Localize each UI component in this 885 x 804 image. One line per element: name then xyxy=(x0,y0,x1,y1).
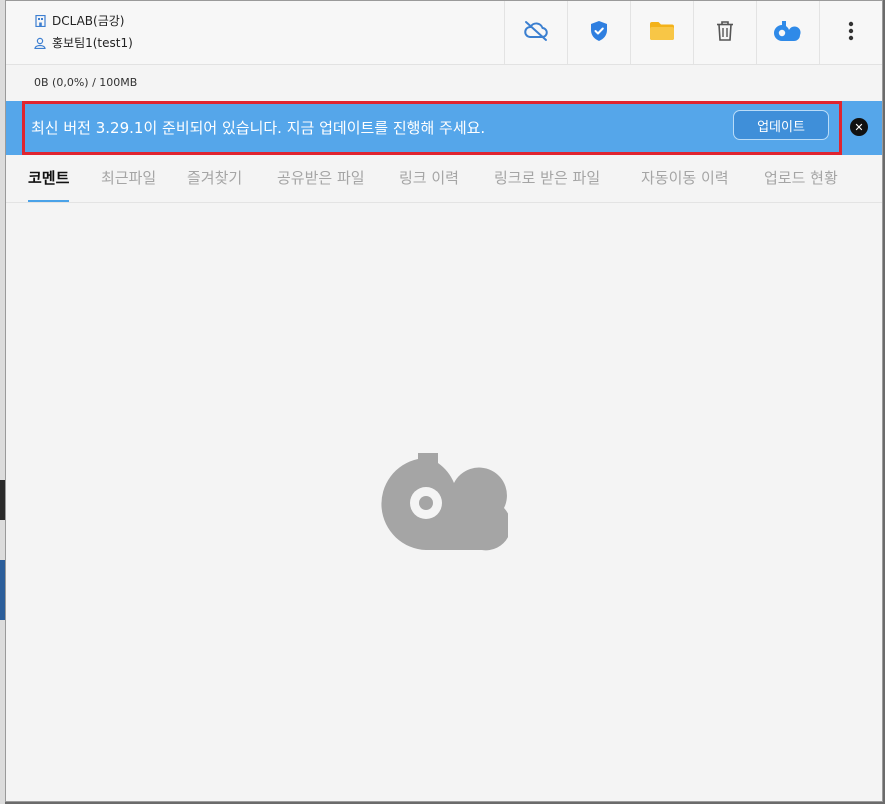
close-icon[interactable]: ✕ xyxy=(850,118,868,136)
tab-favorites[interactable]: 즐겨찾기 xyxy=(187,155,242,202)
building-icon xyxy=(34,15,46,27)
update-button[interactable]: 업데이트 xyxy=(733,110,829,140)
shield-icon xyxy=(589,20,609,46)
security-button[interactable] xyxy=(567,1,630,64)
more-menu-button[interactable] xyxy=(819,1,882,64)
tab-link-history[interactable]: 링크 이력 xyxy=(399,155,459,202)
tab-recent-files[interactable]: 최근파일 xyxy=(101,155,156,202)
sync-status-button[interactable] xyxy=(504,1,567,64)
user-icon xyxy=(34,37,46,49)
tab-auto-move-history[interactable]: 자동이동 이력 xyxy=(641,155,729,202)
trash-icon xyxy=(715,20,735,46)
user-name: 홍보팀1(test1) xyxy=(52,36,133,50)
toolbar xyxy=(504,1,882,64)
app-window: DCLAB(금강) 홍보팀1(test1) 0B (0,0%) / 100MB … xyxy=(5,0,883,802)
tab-comments[interactable]: 코멘트 xyxy=(28,155,70,202)
folder-button[interactable] xyxy=(630,1,693,64)
account-info: DCLAB(금강) 홍보팀1(test1) xyxy=(34,10,133,54)
tab-bar: 코멘트 최근파일 즐겨찾기 공유받은 파일 링크 이력 링크로 받은 파일 자동… xyxy=(6,155,882,203)
more-vertical-icon xyxy=(848,21,854,45)
tab-shared-files[interactable]: 공유받은 파일 xyxy=(277,155,365,202)
storage-usage: 0B (0,0%) / 100MB xyxy=(34,76,138,89)
update-banner: 최신 버전 3.29.1이 준비되어 있습니다. 지금 업데이트를 진행해 주세… xyxy=(6,101,882,155)
organization-row: DCLAB(금강) xyxy=(34,10,133,32)
tab-upload-status[interactable]: 업로드 현황 xyxy=(764,155,838,202)
cloud-off-icon xyxy=(523,20,549,46)
user-row: 홍보팀1(test1) xyxy=(34,32,133,54)
organization-name: DCLAB(금강) xyxy=(52,14,125,28)
trash-button[interactable] xyxy=(693,1,756,64)
content-area xyxy=(6,203,882,801)
folder-icon xyxy=(649,21,675,45)
tab-link-received-files[interactable]: 링크로 받은 파일 xyxy=(494,155,600,202)
update-message: 최신 버전 3.29.1이 준비되어 있습니다. 지금 업데이트를 진행해 주세… xyxy=(31,119,486,137)
header: DCLAB(금강) 홍보팀1(test1) xyxy=(6,1,882,65)
empty-state-logo-icon xyxy=(378,453,511,557)
cloud-logo-icon xyxy=(773,20,803,46)
app-logo-button[interactable] xyxy=(756,1,819,64)
